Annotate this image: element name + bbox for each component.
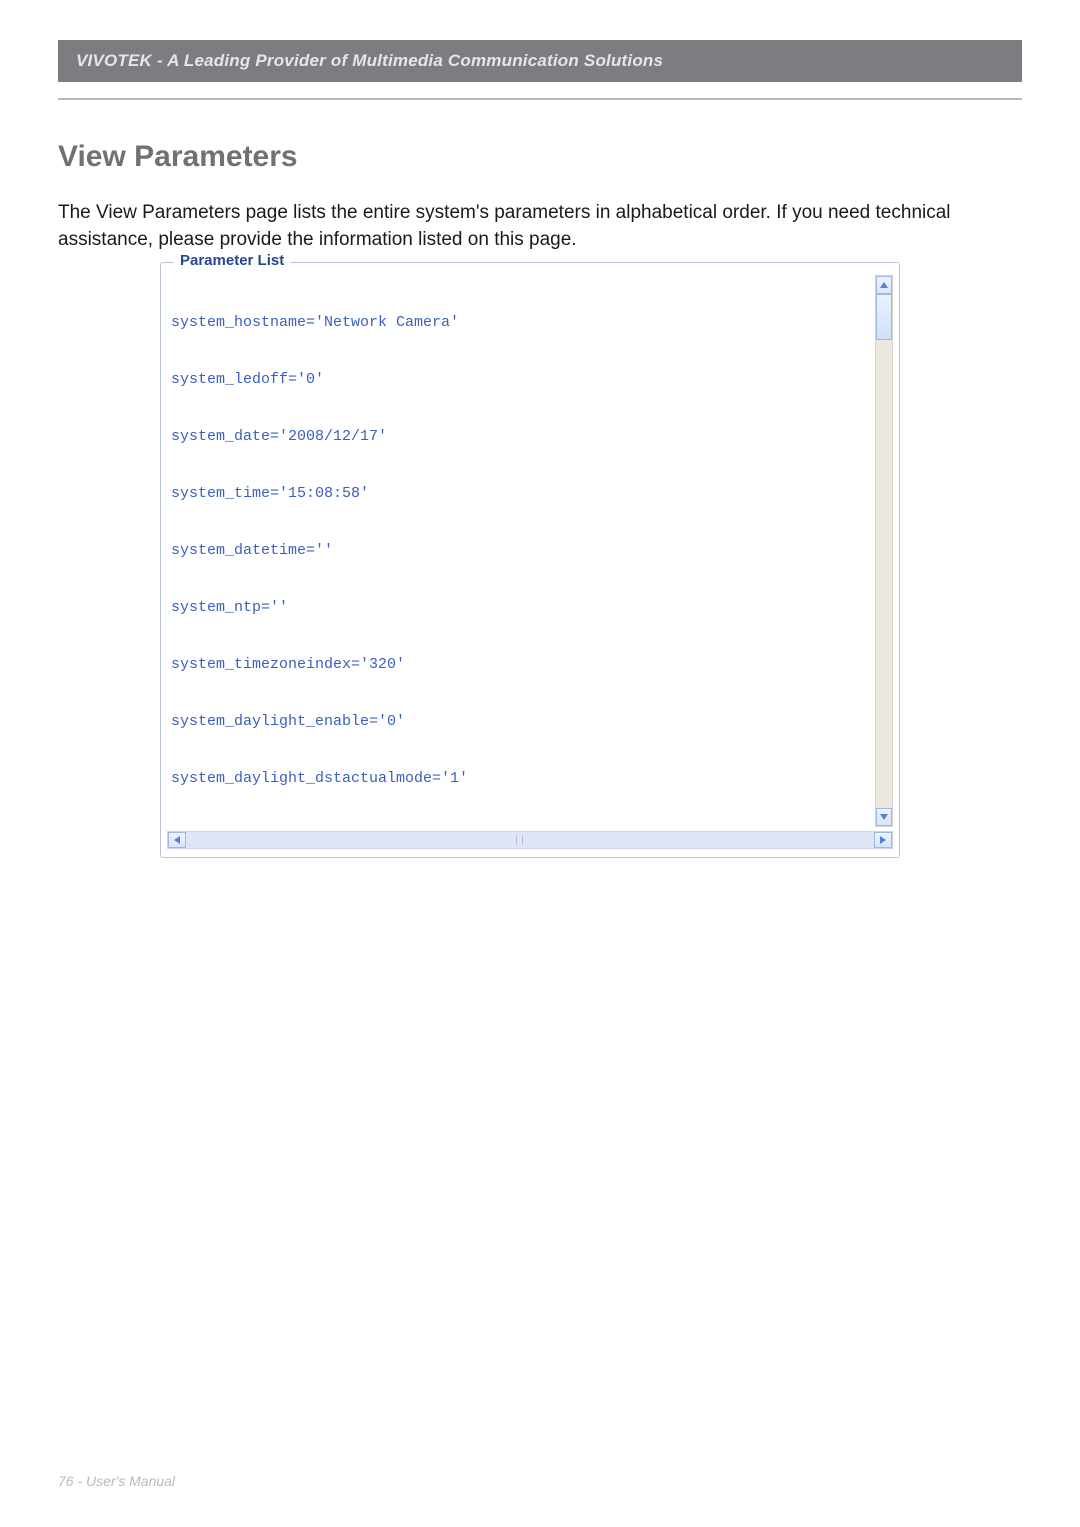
chevron-right-icon [880, 836, 886, 844]
chevron-left-icon [174, 836, 180, 844]
scroll-right-button[interactable] [874, 832, 892, 848]
page: VIVOTEK - A Leading Provider of Multimed… [0, 0, 1080, 1527]
intro-paragraph: The View Parameters page lists the entir… [58, 200, 1022, 253]
parameter-list-content[interactable]: system_hostname='Network Camera' system_… [171, 275, 869, 827]
parameter-line: system_daylight_dstactualmode='1' [171, 769, 869, 788]
chevron-down-icon [880, 814, 888, 820]
parameter-line: system_time='15:08:58' [171, 484, 869, 503]
scroll-down-button[interactable] [876, 808, 892, 826]
parameter-line: system_ntp='' [171, 598, 869, 617]
header-banner-text: VIVOTEK - A Leading Provider of Multimed… [76, 51, 663, 71]
parameter-line: system_daylight_enable='0' [171, 712, 869, 731]
header-banner: VIVOTEK - A Leading Provider of Multimed… [58, 40, 1022, 82]
parameter-line: system_datetime='' [171, 541, 869, 560]
page-footer: 76 - User's Manual [58, 1473, 175, 1489]
vertical-scroll-thumb[interactable] [876, 294, 892, 340]
horizontal-scrollbar[interactable] [167, 831, 893, 849]
parameter-line: system_date='2008/12/17' [171, 427, 869, 446]
scroll-left-button[interactable] [168, 832, 186, 848]
parameter-list-box: system_hostname='Network Camera' system_… [160, 262, 900, 858]
scroll-up-button[interactable] [876, 276, 892, 294]
parameter-line: system_daylight_auto_begintime='NONE' [171, 826, 869, 827]
parameter-line: system_hostname='Network Camera' [171, 313, 869, 332]
header-divider [58, 98, 1022, 100]
chevron-up-icon [880, 282, 888, 288]
vertical-scrollbar[interactable] [875, 275, 893, 827]
parameter-list-panel: Parameter List system_hostname='Network … [160, 262, 900, 858]
horizontal-scroll-track-mark [516, 835, 523, 845]
parameter-line: system_timezoneindex='320' [171, 655, 869, 674]
parameter-line: system_ledoff='0' [171, 370, 869, 389]
parameter-list-legend: Parameter List [174, 252, 290, 269]
page-title: View Parameters [58, 140, 298, 174]
